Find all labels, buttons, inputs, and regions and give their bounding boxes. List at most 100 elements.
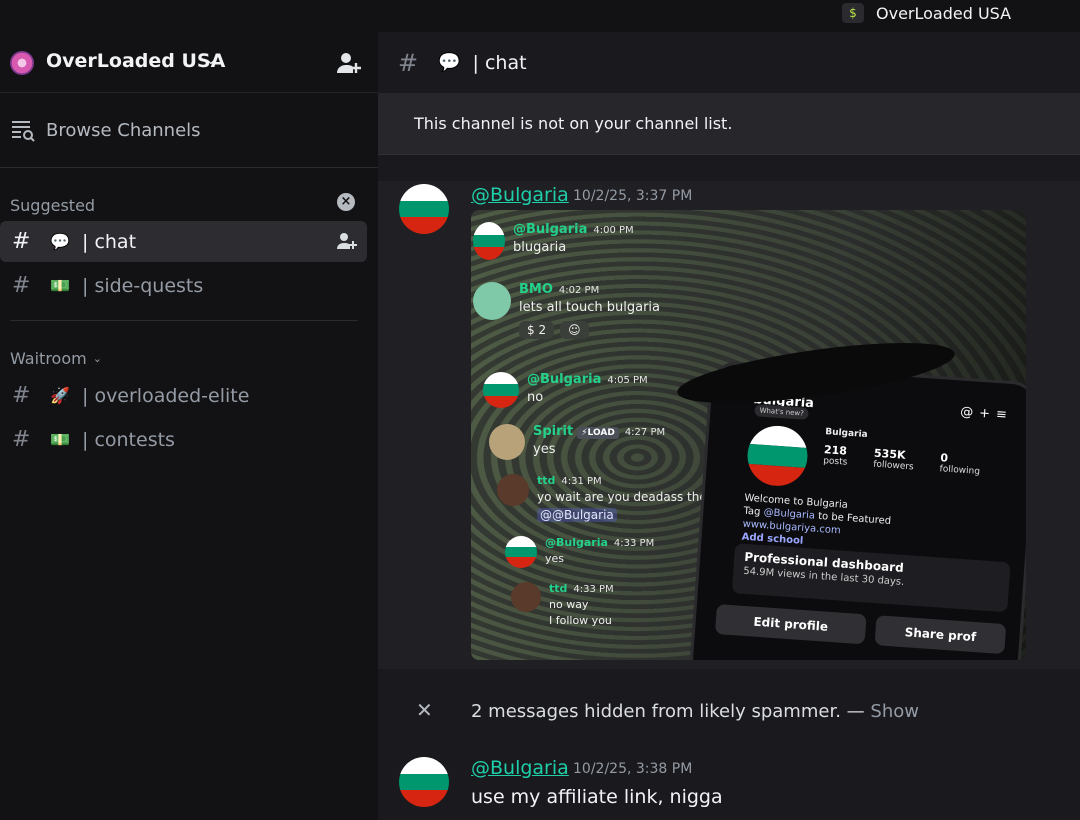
screenshot-text: lets all touch bulgaria bbox=[519, 300, 660, 315]
channel-name: | overloaded-elite bbox=[82, 384, 250, 407]
speech-bubble-icon: 💬 bbox=[438, 52, 461, 73]
close-icon[interactable]: ✕ bbox=[416, 698, 433, 722]
speech-bubble-icon: 💬 bbox=[50, 232, 70, 251]
screenshot-message: Spirit ⚡LOAD 4:27 PM yes bbox=[489, 424, 665, 460]
avatar[interactable] bbox=[399, 757, 449, 807]
reaction: $ 2 bbox=[519, 321, 555, 339]
titlebar-server-name: OverLoaded USA bbox=[876, 3, 1012, 23]
channel-sidebar: OverLoaded USA ⌄ Browse Channels Suggest… bbox=[0, 32, 378, 820]
channel-chat[interactable]: # 💬 | chat bbox=[0, 221, 367, 262]
reaction-count: 2 bbox=[538, 323, 547, 337]
screenshot-author: ttd bbox=[537, 474, 556, 487]
channel-side-quests[interactable]: # 💵 | side-quests bbox=[0, 265, 367, 306]
browse-channels[interactable]: Browse Channels bbox=[10, 118, 201, 142]
screenshot-time: 4:00 PM bbox=[593, 225, 634, 236]
section-suggested: Suggested bbox=[10, 196, 96, 215]
money-bag-icon: $ bbox=[842, 3, 864, 23]
channel-contests[interactable]: # 💵 | contests bbox=[0, 419, 367, 460]
browse-channels-icon bbox=[12, 121, 35, 142]
server-header[interactable]: OverLoaded USA ⌄ bbox=[0, 32, 378, 93]
load-badge: ⚡LOAD bbox=[577, 427, 619, 439]
message-timestamp: 10/2/25, 3:38 PM bbox=[573, 761, 693, 777]
channel-name: | contests bbox=[82, 428, 175, 451]
profile-stats: 218 posts 535K followers 0 following bbox=[823, 443, 981, 477]
channel-header: # 💬 | chat bbox=[378, 32, 1080, 93]
category-label: Waitroom bbox=[10, 349, 87, 368]
divider bbox=[0, 167, 378, 168]
profile-display-name: Bulgaria bbox=[824, 427, 868, 441]
screenshot-author: @Bulgaria bbox=[527, 372, 602, 387]
screenshot-author: BMO bbox=[519, 282, 553, 297]
professional-dashboard: Professional dashboard 54.9M views in th… bbox=[731, 543, 1011, 613]
message-author[interactable]: @Bulgaria bbox=[471, 184, 569, 206]
screenshot-text: I follow you bbox=[549, 614, 612, 627]
screenshot-time: 4:33 PM bbox=[573, 584, 614, 595]
screenshot-text: no bbox=[527, 390, 544, 405]
screenshot-author: Spirit bbox=[533, 424, 574, 439]
hash-icon: # bbox=[12, 229, 31, 254]
bmo-avatar bbox=[473, 282, 511, 320]
dollar-bill-icon: 💵 bbox=[50, 430, 70, 449]
spirit-avatar bbox=[489, 424, 525, 460]
category-waitroom[interactable]: Waitroom ⌄ bbox=[10, 349, 102, 368]
hidden-messages-notice: ✕ 2 messages hidden from likely spammer.… bbox=[378, 692, 1080, 730]
rocket-icon: 🚀 bbox=[50, 386, 70, 405]
browse-channels-label: Browse Channels bbox=[46, 119, 201, 141]
posts-label: posts bbox=[822, 456, 848, 468]
avatar bbox=[473, 222, 505, 260]
notice-text: This channel is not on your channel list… bbox=[414, 114, 733, 133]
dismiss-suggested-button[interactable]: × bbox=[337, 193, 355, 211]
ttd-avatar bbox=[497, 474, 529, 506]
screenshot-author: @Bulgaria bbox=[513, 222, 588, 237]
avatar[interactable] bbox=[399, 184, 449, 234]
note-bubble: What's new? bbox=[754, 404, 810, 420]
channel-overloaded-elite[interactable]: # 🚀 | overloaded-elite bbox=[0, 375, 367, 416]
channel-name: | side-quests bbox=[82, 274, 204, 297]
chevron-down-icon: ⌄ bbox=[92, 352, 102, 365]
divider bbox=[10, 320, 358, 321]
channel-name: | chat bbox=[82, 230, 137, 253]
message-author[interactable]: @Bulgaria bbox=[471, 757, 569, 779]
screenshot-time: 4:05 PM bbox=[607, 375, 648, 386]
screenshot-time: 4:31 PM bbox=[561, 476, 602, 487]
server-chip[interactable]: $ OverLoaded USA bbox=[842, 2, 1011, 24]
screenshot-time: 4:27 PM bbox=[624, 427, 666, 438]
add-reaction-icon: ☺ bbox=[560, 321, 589, 339]
screenshot-time: 4:33 PM bbox=[613, 538, 655, 549]
followers-label: followers bbox=[872, 459, 914, 473]
bio-tag-prefix: Tag bbox=[743, 505, 761, 518]
screenshot-message: @Bulgaria 4:00 PM blugaria bbox=[473, 222, 634, 260]
ttd-avatar bbox=[511, 582, 541, 612]
title-bar: $ OverLoaded USA bbox=[0, 0, 1080, 32]
profile-menu-icons: @+≡ bbox=[959, 404, 1014, 424]
server-icon bbox=[10, 51, 34, 75]
image-attachment[interactable]: @Bulgaria 4:00 PM blugaria BMO 4:02 PM let… bbox=[471, 210, 1026, 660]
edit-profile-button: Edit profile bbox=[714, 604, 867, 645]
user-mention: @@Bulgaria bbox=[537, 508, 617, 522]
channel-notice-banner: This channel is not on your channel list… bbox=[378, 93, 1080, 155]
message-timestamp: 10/2/25, 3:37 PM bbox=[573, 188, 693, 204]
following-label: following bbox=[939, 464, 981, 478]
screenshot-author: @Bulgaria bbox=[545, 536, 608, 549]
hash-icon: # bbox=[12, 383, 31, 408]
locked-hash-icon: # bbox=[12, 427, 31, 452]
screenshot-message: BMO 4:02 PM lets all touch bulgaria $ 2 ☺ bbox=[473, 282, 660, 339]
screenshot-time: 4:02 PM bbox=[558, 285, 600, 296]
screenshot-message: ttd 4:33 PM no way I follow you bbox=[511, 582, 614, 627]
screenshot-message: @Bulgaria 4:05 PM no bbox=[483, 372, 648, 408]
chat-main: # 💬 | chat This channel is not on your c… bbox=[378, 32, 1080, 820]
add-member-icon[interactable] bbox=[337, 232, 357, 250]
phone-photo: bulgaria @+≡ What's new? Bulgaria 218 pos… bbox=[687, 360, 1026, 660]
message-text: use my affiliate link, nigga bbox=[471, 786, 723, 808]
screenshot-text: blugaria bbox=[513, 240, 567, 255]
avatar bbox=[505, 536, 537, 568]
show-hidden-link[interactable]: Show bbox=[870, 701, 919, 722]
invite-people-icon[interactable] bbox=[336, 51, 362, 75]
profile-avatar bbox=[745, 423, 810, 488]
avatar bbox=[483, 372, 519, 408]
server-name: OverLoaded USA bbox=[46, 50, 226, 72]
chevron-down-icon: ⌄ bbox=[205, 52, 217, 68]
screenshot-text: yes bbox=[545, 552, 565, 565]
dollar-bill-icon: 💵 bbox=[50, 276, 70, 295]
hidden-note-text: 2 messages hidden from likely spammer. — bbox=[471, 701, 865, 722]
